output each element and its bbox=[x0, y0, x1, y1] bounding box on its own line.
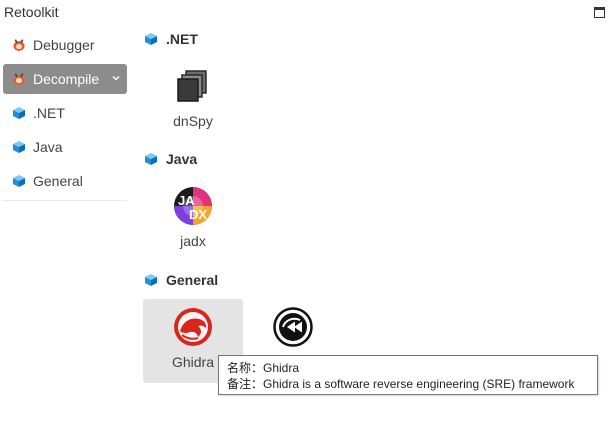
sidebar-item-decompile[interactable]: Decompile bbox=[3, 64, 127, 94]
tool-dnspy[interactable]: dnSpy bbox=[143, 58, 243, 142]
section-title: General bbox=[166, 272, 219, 288]
chevron-down-icon[interactable] bbox=[111, 73, 121, 83]
section-header-general: General bbox=[144, 269, 218, 291]
cube-icon bbox=[12, 140, 26, 154]
app-title: Retoolkit bbox=[4, 4, 59, 20]
section-header-dotnet: .NET bbox=[144, 28, 198, 50]
tooltip-name: 名称：Ghidra bbox=[227, 361, 300, 375]
svg-text:DX: DX bbox=[189, 207, 207, 222]
section-title: Java bbox=[166, 151, 198, 167]
sidebar-item-dotnet[interactable]: .NET bbox=[3, 98, 127, 128]
sidebar-item-label: Debugger bbox=[33, 37, 95, 53]
cube-icon bbox=[12, 174, 26, 188]
sidebar-item-java[interactable]: Java bbox=[3, 132, 127, 162]
sidebar: Debugger Decompile .NET Java General bbox=[0, 28, 130, 201]
tool-label: jadx bbox=[180, 233, 206, 249]
sidebar-item-label: Decompile bbox=[33, 71, 100, 87]
jadx-icon: JA DX bbox=[174, 187, 212, 225]
svg-text:JA: JA bbox=[178, 193, 195, 208]
section-title: .NET bbox=[166, 31, 198, 47]
sidebar-item-label: General bbox=[33, 173, 83, 189]
tool-label: dnSpy bbox=[173, 113, 213, 129]
bug-icon bbox=[12, 72, 26, 86]
sidebar-divider bbox=[3, 200, 127, 201]
sidebar-item-label: .NET bbox=[33, 105, 65, 121]
cube-icon bbox=[144, 152, 158, 166]
dnspy-icon bbox=[177, 70, 207, 102]
cube-icon bbox=[144, 273, 158, 287]
section-header-java: Java bbox=[144, 148, 197, 170]
bug-icon bbox=[12, 38, 26, 52]
tooltip-note: 备注：Ghidra is a software reverse engineer… bbox=[227, 377, 575, 391]
tool-jadx[interactable]: JA DX jadx bbox=[143, 178, 243, 262]
sidebar-item-label: Java bbox=[33, 139, 63, 155]
sidebar-item-general[interactable]: General bbox=[3, 166, 127, 196]
title-bar: Retoolkit bbox=[0, 0, 610, 26]
maximize-icon[interactable] bbox=[594, 7, 605, 18]
sidebar-item-debugger[interactable]: Debugger bbox=[3, 30, 127, 60]
cube-icon bbox=[12, 106, 26, 120]
cube-icon bbox=[144, 32, 158, 46]
rewind-circle-icon bbox=[273, 307, 313, 347]
tooltip: 名称：Ghidra 备注：Ghidra is a software revers… bbox=[218, 355, 598, 395]
ghidra-icon bbox=[174, 308, 212, 346]
